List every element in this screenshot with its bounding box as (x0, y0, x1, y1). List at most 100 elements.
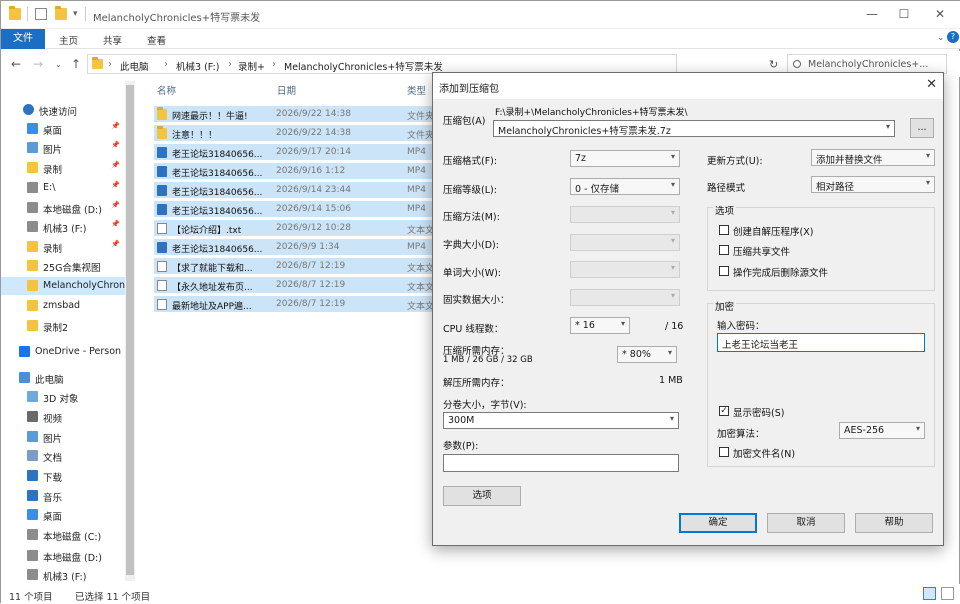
show-password-checkbox[interactable]: ✓ (719, 406, 729, 416)
sidebar-item[interactable]: 机械3 (F:) (1, 566, 125, 584)
breadcrumb-separator: › (272, 59, 276, 70)
sidebar-item[interactable]: MelancholyChronic (1, 277, 125, 295)
table-row[interactable]: 老王论坛31840656... 2026/9/17 20:14 MP4 (154, 144, 442, 161)
sidebar-item[interactable]: 本地磁盘 (C:) (1, 526, 125, 544)
sidebar-item[interactable]: 录制 📌 (1, 238, 125, 256)
sidebar-item-label: 录制 (43, 244, 63, 255)
breadcrumb-item[interactable]: 此电脑 (120, 59, 149, 73)
table-row[interactable]: 【永久地址发布页... 2026/8/7 12:19 文本文 (154, 277, 442, 294)
sidebar-item[interactable]: 此电脑 (1, 369, 125, 387)
table-row[interactable]: 老王论坛31840656... 2026/9/9 1:34 MP4 (154, 239, 442, 256)
level-select[interactable]: 0 - 仅存储 ▾ (570, 178, 680, 195)
update-select[interactable]: 添加并替换文件 ▾ (811, 149, 935, 166)
sidebar-item[interactable]: 图片 📌 (1, 139, 125, 157)
table-row[interactable]: 老王论坛31840656... 2026/9/14 15:06 MP4 (154, 201, 442, 218)
sidebar-item[interactable]: 录制2 (1, 317, 125, 335)
sidebar-item-label: 桌面 (43, 512, 63, 523)
sidebar-item[interactable]: 本地磁盘 (D:) 📌 (1, 199, 125, 217)
close-button[interactable]: ✕ (927, 5, 953, 23)
new-folder-icon[interactable] (55, 6, 67, 20)
tab-share[interactable]: 共享 (103, 33, 122, 47)
sidebar-item-label: 下载 (43, 473, 63, 484)
maximize-button[interactable]: ☐ (891, 5, 917, 23)
sidebar-item[interactable]: 3D 对象 (1, 388, 125, 406)
solid-select[interactable]: ▾ (570, 289, 680, 306)
column-header-type[interactable]: 类型 (407, 83, 426, 97)
address-bar[interactable]: › 此电脑 › 机械3 (F:) › 录制+ › MelancholyChron… (87, 54, 677, 74)
dict-select[interactable]: ▾ (570, 234, 680, 251)
dict-label: 字典大小(D): (443, 240, 499, 251)
tab-home[interactable]: 主页 (59, 33, 78, 47)
folder-icon (27, 260, 38, 271)
encrypt-method-select[interactable]: AES-256 ▾ (839, 422, 925, 439)
large-icons-view-icon[interactable] (941, 587, 954, 600)
table-row[interactable]: 老王论坛31840656... 2026/9/14 23:44 MP4 (154, 182, 442, 199)
method-select[interactable]: ▾ (570, 206, 680, 223)
sidebar-item[interactable]: 桌面 📌 (1, 120, 125, 138)
sidebar-item-label: zmsbad (43, 300, 81, 311)
expand-ribbon-icon[interactable]: ⌄ (937, 33, 945, 43)
sidebar-item[interactable]: 音乐 (1, 487, 125, 505)
up-icon[interactable]: ↑ (71, 57, 81, 71)
shared-files-checkbox[interactable] (719, 245, 729, 255)
sfx-checkbox[interactable] (719, 225, 729, 235)
threads-select[interactable]: * 16 ▾ (570, 317, 630, 334)
sfx-label: 创建自解压程序(X) (733, 227, 814, 238)
search-input[interactable]: MelancholyChronicles+... (787, 54, 947, 74)
recent-locations-icon[interactable]: ⌄ (55, 60, 62, 69)
tab-file[interactable]: 文件 (1, 29, 45, 49)
archive-name-combo[interactable]: MelancholyChronicles+特写票未发.7z ▾ (493, 120, 895, 137)
forward-icon[interactable]: → (33, 57, 43, 71)
nav-scrollbar-thumb[interactable] (126, 85, 134, 575)
sidebar-item-label: 录制 (43, 165, 63, 176)
sidebar-item[interactable]: OneDrive - Person (1, 343, 125, 361)
properties-icon[interactable] (35, 8, 47, 20)
breadcrumb-item[interactable]: 机械3 (F:) (176, 59, 219, 73)
sidebar-item[interactable]: zmsbad (1, 297, 125, 315)
delete-after-checkbox[interactable] (719, 266, 729, 276)
table-row[interactable]: 【求了就能下载和... 2026/8/7 12:19 文本文 (154, 258, 442, 275)
column-header-date[interactable]: 日期 (277, 83, 296, 97)
breadcrumb-item[interactable]: MelancholyChronicles+特写票未发 (284, 59, 443, 73)
table-row[interactable]: 【论坛介绍】.txt 2026/9/12 10:28 文本文 (154, 220, 442, 237)
encrypt-names-checkbox[interactable] (719, 447, 729, 457)
word-select[interactable]: ▾ (570, 261, 680, 278)
sidebar-item[interactable]: E:\ 📌 (1, 179, 125, 197)
sidebar-item[interactable]: 视频 (1, 408, 125, 426)
refresh-icon[interactable]: ↻ (769, 58, 778, 71)
dialog-close-button[interactable]: ✕ (926, 77, 937, 92)
table-row[interactable]: 注意！！！ 2026/9/22 14:38 文件夹 (154, 125, 442, 142)
sidebar-item[interactable]: 快速访问 (1, 101, 125, 119)
options-button[interactable]: 选项 (443, 486, 521, 506)
help-button[interactable]: 帮助 (855, 513, 933, 533)
sidebar-item[interactable]: 机械3 (F:) 📌 (1, 218, 125, 236)
sidebar-item[interactable]: 下载 (1, 467, 125, 485)
ok-button[interactable]: 确定 (679, 513, 757, 533)
sidebar-item[interactable]: 文档 (1, 447, 125, 465)
breadcrumb-item[interactable]: 录制+ (238, 59, 265, 73)
table-row[interactable]: 最新地址及APP遍... 2026/8/7 12:19 文本文 (154, 296, 442, 313)
minimize-button[interactable]: — (859, 5, 885, 23)
sidebar-item[interactable]: 图片 (1, 428, 125, 446)
tab-view[interactable]: 查看 (147, 33, 166, 47)
desktop-icon (27, 509, 38, 520)
sidebar-item[interactable]: 25G合集视图 (1, 257, 125, 275)
format-select[interactable]: 7z ▾ (570, 150, 680, 167)
browse-button[interactable]: ... (910, 118, 934, 138)
mem-select[interactable]: * 80% ▾ (617, 346, 677, 363)
help-icon[interactable]: ? (947, 31, 959, 43)
sidebar-item[interactable]: 桌面 (1, 506, 125, 524)
sidebar-item[interactable]: 本地磁盘 (D:) (1, 547, 125, 565)
path-mode-select[interactable]: 相对路径 ▾ (811, 176, 935, 193)
column-header-name[interactable]: 名称 (157, 83, 176, 97)
sidebar-item[interactable]: 录制 📌 (1, 159, 125, 177)
params-input[interactable] (443, 454, 679, 472)
split-combo[interactable]: 300M ▾ (443, 412, 679, 429)
cancel-button[interactable]: 取消 (767, 513, 845, 533)
table-row[interactable]: 老王论坛31840656... 2026/9/16 1:12 MP4 (154, 163, 442, 180)
table-row[interactable]: 网速最示！！牛逼! 2026/9/22 14:38 文件夹 (154, 106, 442, 123)
password-input[interactable]: 上老王论坛当老王 (717, 333, 925, 352)
back-icon[interactable]: ← (11, 57, 21, 71)
customize-toolbar-icon[interactable]: ▾ (73, 9, 78, 19)
details-view-icon[interactable] (923, 587, 936, 600)
